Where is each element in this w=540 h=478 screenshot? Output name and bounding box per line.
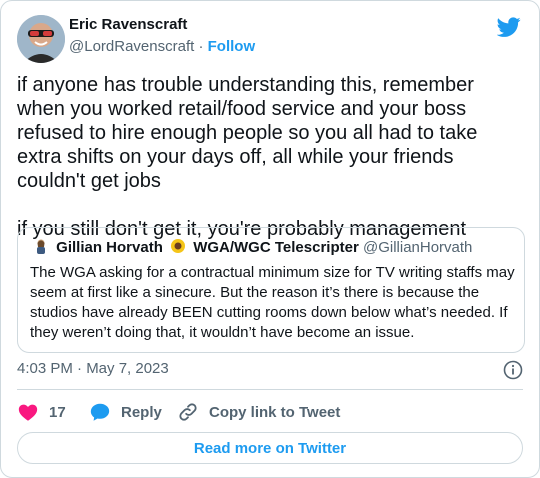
- tweet-meta: 4:03 PM · May 7, 2023: [17, 360, 523, 380]
- author-handle-row: @LordRavenscraft · Follow: [69, 38, 255, 55]
- author-handle[interactable]: @LordRavenscraft: [69, 38, 194, 55]
- avatar[interactable]: [17, 15, 65, 63]
- quoted-author-title: WGA/WGC Telescripter: [193, 239, 359, 256]
- reply-bubble-icon: [90, 403, 110, 421]
- tweet-text: if anyone has trouble understanding this…: [17, 74, 478, 240]
- action-bar: 17 Reply Copy link to Tweet: [17, 400, 523, 424]
- tweet-header: Eric Ravenscraft @LordRavenscraft · Foll…: [17, 15, 523, 63]
- quoted-tweet[interactable]: Gillian Horvath WGA/WGC Telescripter @Gi…: [17, 227, 525, 353]
- divider: [17, 389, 523, 390]
- quoted-author-name: Gillian Horvath: [56, 239, 163, 256]
- reply-button[interactable]: Reply: [89, 400, 162, 424]
- quoted-tweet-text: The WGA asking for a contractual minimum…: [30, 264, 515, 341]
- info-icon[interactable]: [503, 360, 523, 380]
- follow-button[interactable]: Follow: [208, 38, 256, 55]
- twitter-bird-icon[interactable]: [497, 15, 521, 39]
- author-name[interactable]: Eric Ravenscraft: [69, 16, 187, 33]
- copy-link-button[interactable]: Copy link to Tweet: [177, 400, 340, 424]
- quoted-tweet-header: Gillian Horvath WGA/WGC Telescripter @Gi…: [30, 238, 472, 256]
- separator-dot: ·: [194, 38, 208, 55]
- timestamp[interactable]: 4:03 PM · May 7, 2023: [17, 360, 169, 377]
- tweet-card: Eric Ravenscraft @LordRavenscraft · Foll…: [0, 0, 540, 478]
- link-icon: [179, 403, 197, 421]
- like-count: 17: [49, 403, 66, 421]
- copy-link-label: Copy link to Tweet: [209, 403, 341, 421]
- sunflower-icon: [170, 238, 186, 254]
- heart-icon: [18, 404, 38, 421]
- quoted-author-handle: @GillianHorvath: [362, 239, 473, 256]
- read-more-button[interactable]: Read more on Twitter: [17, 432, 523, 464]
- writer-avatar-icon: [33, 238, 49, 254]
- reply-label: Reply: [121, 403, 162, 421]
- like-button[interactable]: 17: [17, 400, 66, 424]
